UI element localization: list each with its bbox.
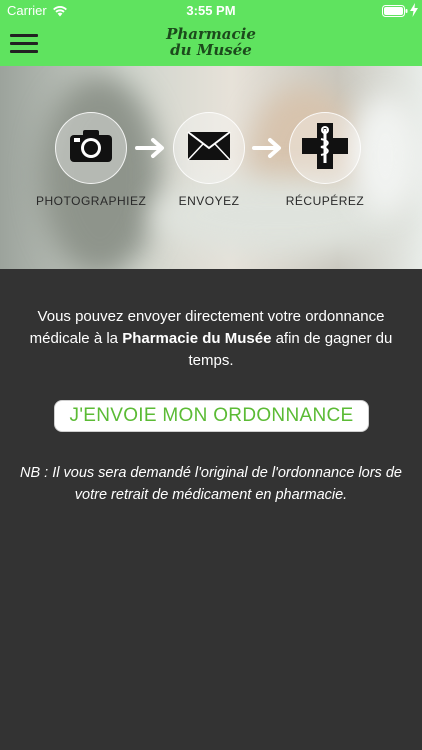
battery-icon (382, 5, 408, 20)
intro-text: Vous pouvez envoyer directement votre or… (15, 306, 407, 372)
step-circle (289, 112, 361, 184)
status-bar: Carrier 3:55 PM (0, 0, 422, 22)
logo-line-1: Pharmacie (166, 25, 256, 43)
charging-icon (410, 3, 418, 20)
intro-pharmacy-name: Pharmacie du Musée (122, 330, 272, 347)
app-header: Carrier 3:55 PM Pharmacie du Musée (0, 0, 422, 66)
step-circle (173, 112, 245, 184)
step-send: ENVOYEZ (154, 112, 264, 208)
status-time: 3:55 PM (186, 3, 236, 18)
note-text: NB : Il vous sera demandé l'original de … (20, 465, 402, 503)
logo-line-2: du Musée (170, 41, 252, 59)
camera-icon (68, 128, 114, 168)
step-photograph: PHOTOGRAPHIEZ (36, 112, 146, 208)
step-label: ENVOYEZ (178, 194, 240, 208)
envelope-icon (186, 130, 232, 166)
send-prescription-button[interactable]: J'ENVOIE MON ORDONNANCE (54, 400, 369, 432)
app-logo: Pharmacie du Musée (0, 26, 422, 58)
step-label: RÉCUPÉREZ (285, 194, 365, 208)
pharmacy-cross-icon (300, 121, 350, 175)
step-collect: RÉCUPÉREZ (270, 112, 380, 208)
hero-banner: PHOTOGRAPHIEZ ENVOYEZ RÉCUPÉREZ (0, 66, 422, 269)
step-label: PHOTOGRAPHIEZ (36, 194, 147, 208)
step-circle (55, 112, 127, 184)
